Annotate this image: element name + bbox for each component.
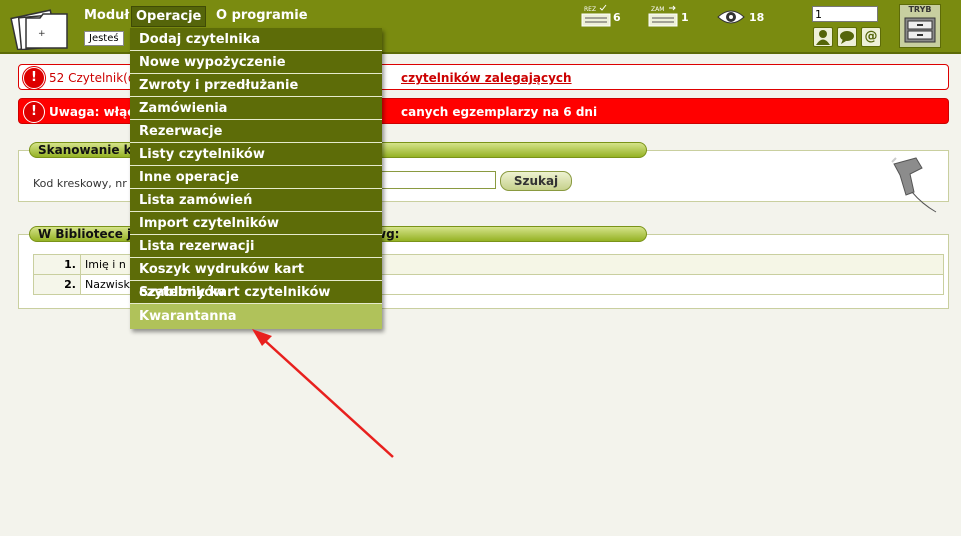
menu-item-rezerwacje[interactable]: Rezerwacje [130,120,382,143]
menu-item-koszyk-wydrukow[interactable]: Koszyk wydruków kart czytelników [130,258,382,300]
menu-item-dodaj-czytelnika[interactable]: Dodaj czytelnika [130,28,382,51]
menu-o-programie[interactable]: O programie [212,6,312,25]
row-number: 1. [33,254,81,275]
reservations-count: 6 [613,11,621,24]
svg-text:+: + [38,29,46,39]
menu-item-nowe-wypozyczenie[interactable]: Nowe wypożyczenie [130,51,382,74]
orders-count: 1 [681,11,689,24]
menu-item-lista-zamowien[interactable]: Lista zamówień [130,189,382,212]
overdue-alert-text: 52 Czytelnik(ó [49,71,136,85]
online-count: 18 [749,11,765,24]
email-icon[interactable]: @ [861,27,881,47]
menu-item-zamowienia[interactable]: Zamówienia [130,97,382,120]
menu-item-listy-czytelnikow[interactable]: Listy czytelników [130,143,382,166]
search-button[interactable]: Szukaj [500,171,572,191]
warning-alert-text: Uwaga: włącz [49,105,142,119]
menu-item-zwroty[interactable]: Zwroty i przedłużanie [130,74,382,97]
folders-logo-icon[interactable]: + [8,4,72,50]
menu-item-szablony-kart[interactable]: Szablony kart czytelników [130,281,382,304]
menu-operacje[interactable]: Operacje [131,6,207,27]
warning-icon: ! [23,101,45,123]
barcode-input[interactable] [381,171,496,189]
library-panel-title-left: W Bibliotece je [38,227,140,241]
warning-alert-tail: canych egzemplarzy na 6 dni [401,105,598,119]
menu-item-lista-rezerwacji[interactable]: Lista rezerwacji [130,235,382,258]
barcode-label: Kod kreskowy, nr [33,177,127,190]
operacje-dropdown-menu: Dodaj czytelnika Nowe wypożyczenie Zwrot… [130,28,382,329]
mode-button[interactable]: TRYB [899,4,941,48]
menu-item-kwarantanna[interactable]: Kwarantanna [130,304,382,329]
chat-icon[interactable] [837,27,857,47]
menu-item-import-czytelnikow[interactable]: Import czytelników [130,212,382,235]
eye-icon[interactable] [716,8,746,26]
menu-item-inne-operacje[interactable]: Inne operacje [130,166,382,189]
mode-label: TRYB [908,5,932,14]
barcode-scanner-icon [891,157,937,213]
user-icon[interactable] [813,27,833,47]
reservations-icon[interactable]: REZ [580,4,612,28]
reservations-icon-label: REZ [584,6,596,13]
warning-icon: ! [23,67,45,89]
orders-icon[interactable]: ZAM [647,4,679,28]
row-number: 2. [33,274,81,295]
quick-search-input[interactable]: 1 [812,6,878,22]
menu-modul[interactable]: Moduł [80,6,133,25]
breadcrumb: Jesteś [84,31,124,46]
overdue-readers-link[interactable]: czytelników zalegających [401,71,572,85]
orders-icon-label: ZAM [651,6,664,13]
cabinet-icon [904,17,936,43]
